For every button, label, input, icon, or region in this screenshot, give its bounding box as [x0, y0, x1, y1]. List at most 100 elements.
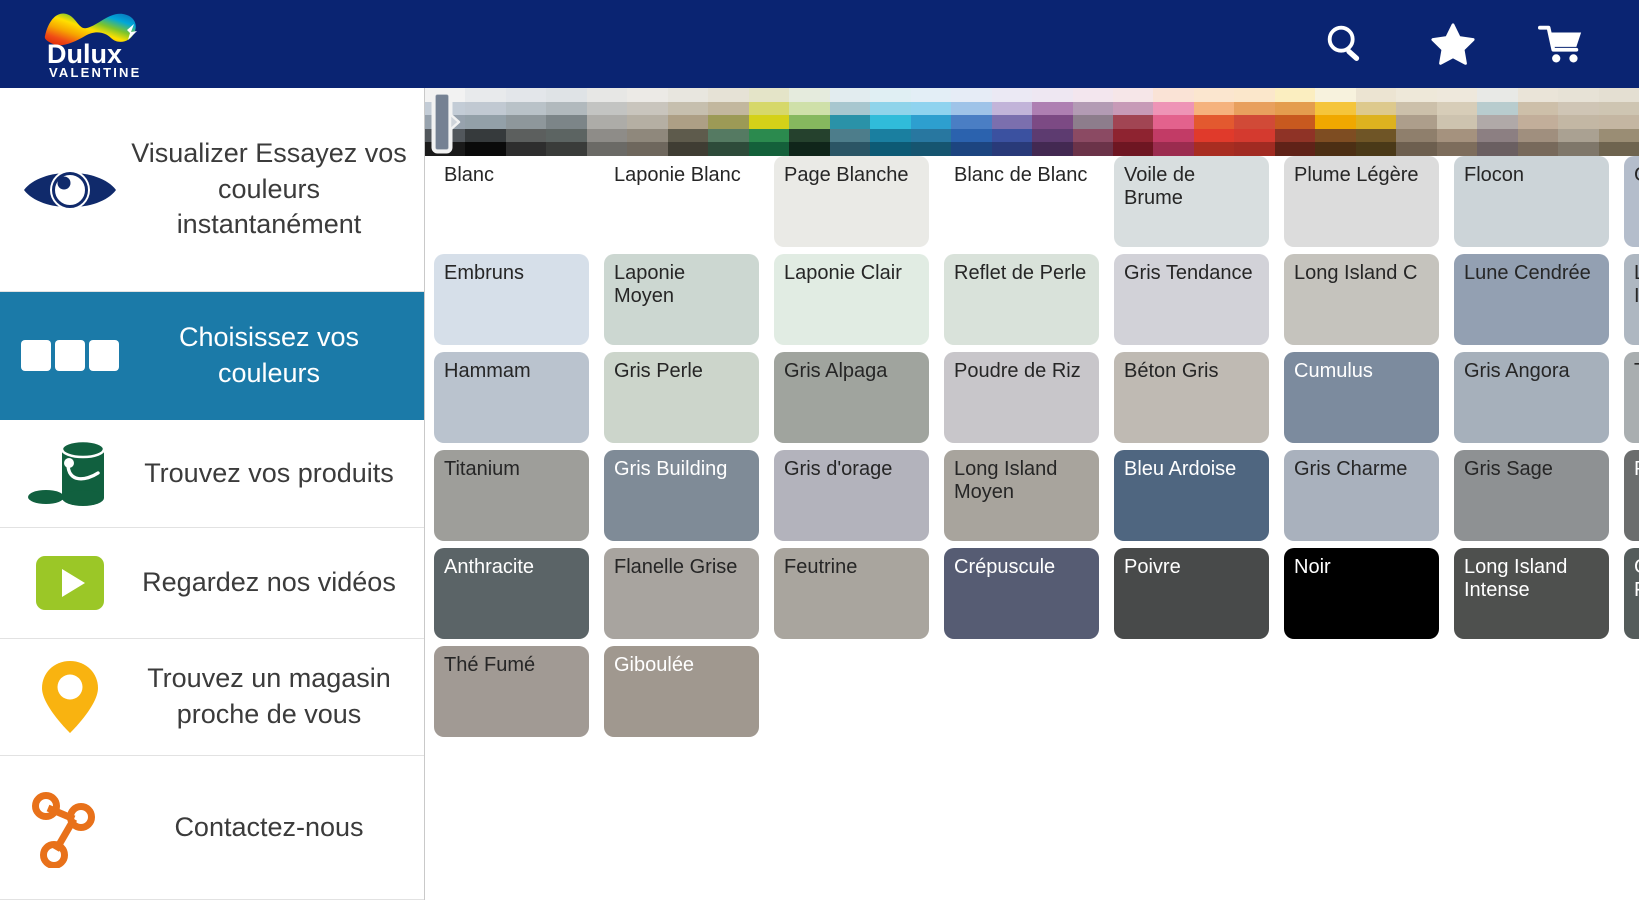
palette-overview-cell[interactable]: [627, 101, 668, 116]
palette-overview-cell[interactable]: [1396, 128, 1437, 143]
palette-overview-cell[interactable]: [829, 115, 871, 129]
palette-overview-cell[interactable]: [991, 101, 1033, 116]
palette-overview-cell[interactable]: [789, 128, 830, 143]
palette-overview-cell[interactable]: [1558, 115, 1599, 129]
palette-overview-cell[interactable]: [1355, 115, 1397, 129]
palette-overview-cell[interactable]: [1436, 142, 1478, 156]
palette-overview-cell[interactable]: [1153, 88, 1194, 102]
palette-overview-cell[interactable]: [1355, 128, 1397, 143]
colour-swatch[interactable]: Giboulée: [604, 646, 759, 737]
palette-overview-cell[interactable]: [1153, 142, 1194, 156]
palette-overview-cell[interactable]: [1234, 142, 1275, 156]
palette-overview-cell[interactable]: [708, 88, 749, 102]
palette-overview-cell[interactable]: [1436, 128, 1478, 143]
colour-swatch[interactable]: Béton Gris: [1114, 352, 1269, 443]
palette-overview-cell[interactable]: [546, 101, 587, 116]
palette-overview-cell[interactable]: [991, 128, 1033, 143]
palette-overview-cell[interactable]: [546, 128, 587, 143]
palette-overview-cell[interactable]: [1315, 128, 1356, 143]
colour-swatch[interactable]: Laponie Blanc: [604, 156, 759, 247]
palette-overview-cell[interactable]: [1032, 88, 1073, 102]
colour-swatch[interactable]: Poudre de Riz: [944, 352, 1099, 443]
colour-swatch[interactable]: Long Island C: [1284, 254, 1439, 345]
sidebar-item-products[interactable]: Trouvez vos produits: [0, 420, 424, 528]
palette-overview-cell[interactable]: [586, 115, 628, 129]
palette-overview-cell[interactable]: [829, 101, 871, 116]
palette-overview-cell[interactable]: [1315, 88, 1356, 102]
palette-overview-cell[interactable]: [1193, 115, 1235, 129]
palette-overview-cell[interactable]: [708, 101, 749, 116]
palette-overview-cell[interactable]: [627, 128, 668, 143]
palette-overview-cell[interactable]: [1072, 115, 1113, 129]
palette-overview-cell[interactable]: [1598, 88, 1639, 102]
palette-overview-cell[interactable]: [505, 128, 547, 143]
palette-overview-cell[interactable]: [708, 142, 749, 156]
colour-swatch[interactable]: Feutrine: [774, 548, 929, 639]
colour-swatch[interactable]: Lune Cendrée: [1454, 254, 1609, 345]
palette-overview-cell[interactable]: [1558, 88, 1599, 102]
palette-overview-cell[interactable]: [465, 101, 506, 116]
palette-overview-cell[interactable]: [627, 115, 668, 129]
palette-overview-cell[interactable]: [870, 128, 911, 143]
colour-swatch[interactable]: Laponie Intense: [1624, 254, 1639, 345]
palette-overview-cell[interactable]: [1436, 88, 1478, 102]
palette-range-selector[interactable]: [431, 90, 461, 154]
colour-swatch[interactable]: Bleu Ardoise: [1114, 450, 1269, 541]
palette-overview-cell[interactable]: [1274, 115, 1316, 129]
colour-swatch[interactable]: Voile de Brume: [1114, 156, 1269, 247]
sidebar-item-choose-colours[interactable]: Choisissez vos couleurs: [0, 292, 424, 420]
palette-overview-cell[interactable]: [1234, 128, 1275, 143]
palette-overview-cell[interactable]: [1598, 115, 1639, 129]
colour-swatch[interactable]: Hammam: [434, 352, 589, 443]
palette-overview-cell[interactable]: [667, 128, 709, 143]
palette-overview-cell[interactable]: [546, 115, 587, 129]
palette-overview-cell[interactable]: [1032, 115, 1073, 129]
palette-overview-cell[interactable]: [1193, 142, 1235, 156]
palette-overview-cell[interactable]: [789, 142, 830, 156]
palette-overview-cell[interactable]: [991, 142, 1033, 156]
palette-overview-cell[interactable]: [1436, 101, 1478, 116]
cart-icon[interactable]: [1538, 21, 1584, 67]
palette-overview-cell[interactable]: [748, 128, 790, 143]
colour-swatch[interactable]: Long Island Moyen: [944, 450, 1099, 541]
palette-overview-cell[interactable]: [1477, 101, 1518, 116]
palette-overview-cell[interactable]: [1274, 101, 1316, 116]
palette-overview-cell[interactable]: [1477, 142, 1518, 156]
palette-overview-cell[interactable]: [870, 88, 911, 102]
palette-overview-cell[interactable]: [1234, 115, 1275, 129]
palette-overview-cell[interactable]: [1112, 101, 1154, 116]
palette-overview-cell[interactable]: [1477, 115, 1518, 129]
palette-overview-cell[interactable]: [1072, 88, 1113, 102]
palette-overview-cell[interactable]: [586, 101, 628, 116]
palette-overview-cell[interactable]: [586, 88, 628, 102]
palette-overview-cell[interactable]: [1072, 101, 1113, 116]
colour-swatch[interactable]: Blanc: [434, 156, 589, 247]
colour-swatch[interactable]: Gris Charme: [1284, 450, 1439, 541]
palette-overview-cell[interactable]: [789, 88, 830, 102]
colour-swatch[interactable]: Gris Sage: [1454, 450, 1609, 541]
colour-swatch[interactable]: Crépuscule: [944, 548, 1099, 639]
palette-overview-cell[interactable]: [829, 88, 871, 102]
colour-swatch[interactable]: Gris Angora: [1454, 352, 1609, 443]
palette-overview-strip[interactable]: [425, 88, 1639, 156]
star-icon[interactable]: [1430, 21, 1476, 67]
palette-overview-cell[interactable]: [708, 128, 749, 143]
palette-overview-cell[interactable]: [586, 142, 628, 156]
palette-overview-cell[interactable]: [1234, 88, 1275, 102]
palette-overview-cell[interactable]: [910, 142, 952, 156]
sidebar-item-visualizer[interactable]: Visualizer Essayez vos couleurs instanta…: [0, 88, 424, 292]
palette-overview-cell[interactable]: [870, 101, 911, 116]
colour-swatch[interactable]: Thé Fumé: [434, 646, 589, 737]
palette-overview-cell[interactable]: [1315, 115, 1356, 129]
sidebar-item-store-locator[interactable]: Trouvez un magasin proche de vous: [0, 639, 424, 756]
palette-overview-cell[interactable]: [1598, 101, 1639, 116]
palette-overview-cell[interactable]: [546, 88, 587, 102]
palette-overview-cell[interactable]: [1517, 101, 1559, 116]
palette-overview-cell[interactable]: [1517, 88, 1559, 102]
colour-swatch[interactable]: Reflet de Perle: [944, 254, 1099, 345]
palette-overview-cell[interactable]: [1396, 101, 1437, 116]
palette-overview-cell[interactable]: [1072, 142, 1113, 156]
colour-swatch[interactable]: Plume Légère: [1284, 156, 1439, 247]
palette-overview-cell[interactable]: [991, 88, 1033, 102]
palette-overview-cell[interactable]: [1193, 128, 1235, 143]
